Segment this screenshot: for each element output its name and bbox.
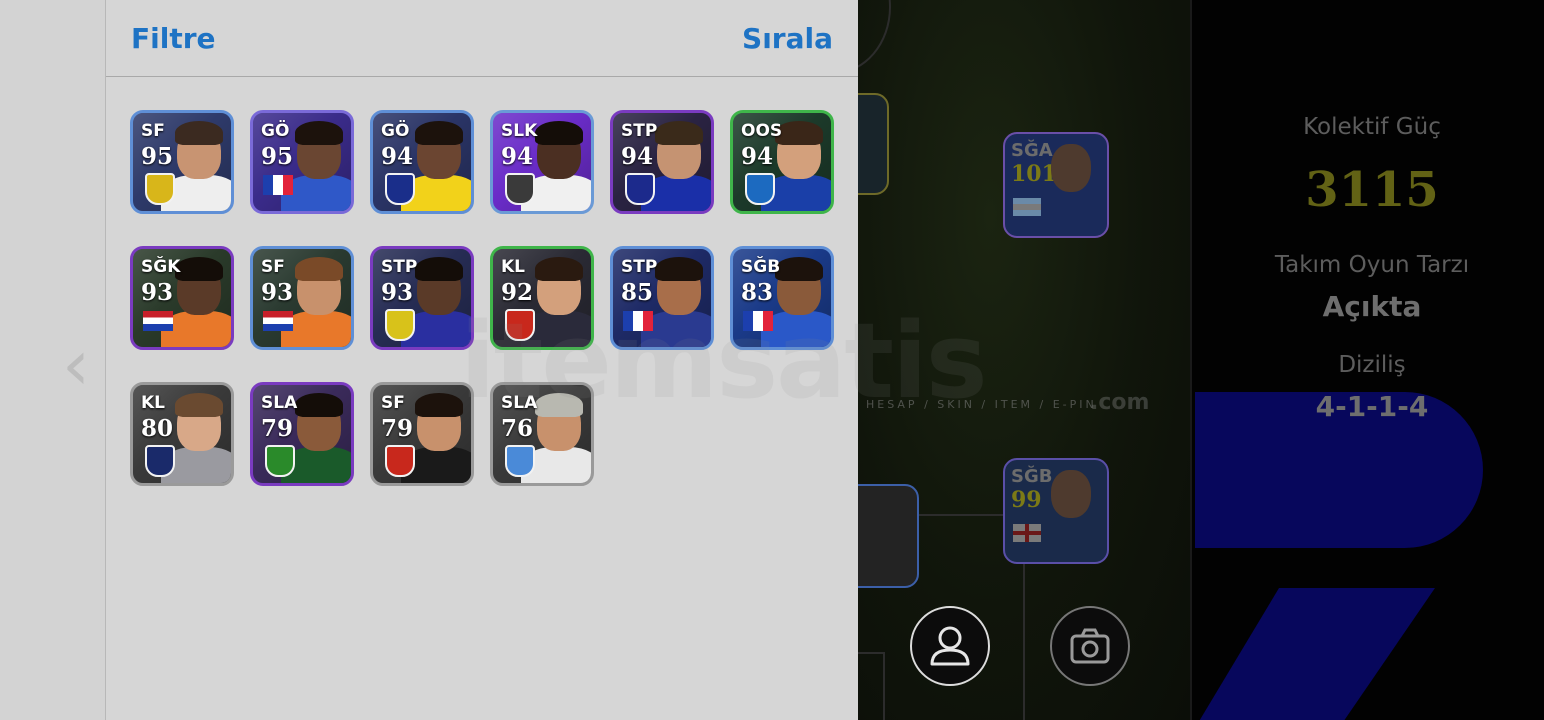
player-position: SĞK bbox=[141, 257, 181, 277]
player-hair bbox=[175, 393, 223, 417]
club-crest-icon bbox=[625, 173, 655, 205]
player-card[interactable]: SF 79 bbox=[370, 382, 474, 486]
player-position: SLK bbox=[501, 121, 538, 141]
pitch-line bbox=[857, 652, 885, 654]
player-position: SF bbox=[141, 121, 165, 141]
netherlands-flag-icon bbox=[143, 311, 173, 331]
club-crest-icon bbox=[385, 309, 415, 341]
panel-header: Filtre Sırala bbox=[106, 0, 858, 77]
club-crest-icon bbox=[145, 445, 175, 477]
collective-power-label: Kolektif Güç bbox=[1303, 114, 1441, 140]
player-rating: 93 bbox=[381, 279, 414, 306]
lineup-card-partial[interactable] bbox=[857, 484, 919, 588]
player-portrait bbox=[1051, 144, 1091, 192]
netherlands-flag-icon bbox=[263, 311, 293, 331]
france-flag-icon bbox=[263, 175, 293, 195]
player-rating: 93 bbox=[141, 279, 174, 306]
player-position: SĞB bbox=[741, 257, 781, 277]
player-hair bbox=[295, 393, 343, 417]
player-card[interactable]: SLK 94 bbox=[490, 110, 594, 214]
england-flag-icon bbox=[1013, 524, 1041, 542]
player-position: GÖ bbox=[261, 121, 290, 141]
watermark-suffix: .com bbox=[1090, 390, 1150, 415]
lineup-card[interactable]: SĞB 99 bbox=[1003, 458, 1109, 564]
watermark-tagline: HESAP / SKIN / ITEM / E-PIN bbox=[866, 398, 1097, 411]
player-rating: 95 bbox=[261, 143, 294, 170]
player-rating: 80 bbox=[141, 415, 174, 442]
sort-button[interactable]: Sırala bbox=[742, 22, 833, 55]
lineup-card-partial[interactable] bbox=[857, 93, 889, 195]
player-card[interactable]: GÖ 94 bbox=[370, 110, 474, 214]
lineup-card[interactable]: SĞA 101 bbox=[1003, 132, 1109, 238]
panel-left-margin: ‹ bbox=[0, 0, 105, 720]
argentina-flag-icon bbox=[1013, 198, 1041, 216]
player-rating: 94 bbox=[621, 143, 654, 170]
club-crest-icon bbox=[745, 173, 775, 205]
camera-icon bbox=[1070, 628, 1110, 664]
player-card[interactable]: STP 94 bbox=[610, 110, 714, 214]
user-icon bbox=[930, 626, 970, 666]
profile-button[interactable] bbox=[910, 606, 990, 686]
team-playstyle-label: Takım Oyun Tarzı bbox=[1274, 252, 1470, 278]
camera-button[interactable] bbox=[1050, 606, 1130, 686]
lineup-position: SĞA bbox=[1011, 140, 1053, 161]
player-hair bbox=[175, 121, 223, 145]
player-position: KL bbox=[141, 393, 166, 413]
player-card[interactable]: SĞK 93 bbox=[130, 246, 234, 350]
club-crest-icon bbox=[265, 445, 295, 477]
player-rating: 93 bbox=[261, 279, 294, 306]
player-card[interactable]: SF 93 bbox=[250, 246, 354, 350]
player-hair bbox=[535, 121, 583, 145]
club-crest-icon bbox=[385, 173, 415, 205]
player-position: STP bbox=[381, 257, 418, 277]
player-position: SLA bbox=[261, 393, 298, 413]
player-card[interactable]: SLA 79 bbox=[250, 382, 354, 486]
pitch-center-circle bbox=[857, 0, 891, 74]
player-position: SF bbox=[261, 257, 285, 277]
collective-power-value: 3115 bbox=[1305, 162, 1439, 218]
player-rating: 95 bbox=[141, 143, 174, 170]
player-card[interactable]: SF 95 bbox=[130, 110, 234, 214]
player-position: SF bbox=[381, 393, 405, 413]
player-card[interactable]: KL 80 bbox=[130, 382, 234, 486]
player-position: KL bbox=[501, 257, 526, 277]
player-position: STP bbox=[621, 257, 658, 277]
player-hair bbox=[535, 257, 583, 281]
lineup-rating: 99 bbox=[1011, 487, 1042, 513]
club-crest-icon bbox=[505, 445, 535, 477]
player-rating: 94 bbox=[741, 143, 774, 170]
player-hair bbox=[415, 257, 463, 281]
pitch-line bbox=[883, 652, 885, 720]
player-rating: 79 bbox=[261, 415, 294, 442]
player-card[interactable]: GÖ 95 bbox=[250, 110, 354, 214]
player-hair bbox=[175, 257, 223, 281]
chevron-left-icon[interactable]: ‹ bbox=[62, 330, 90, 400]
player-card[interactable]: STP 93 bbox=[370, 246, 474, 350]
player-hair bbox=[415, 393, 463, 417]
player-hair bbox=[295, 121, 343, 145]
player-hair bbox=[775, 121, 823, 145]
player-position: STP bbox=[621, 121, 658, 141]
player-rating: 94 bbox=[381, 143, 414, 170]
player-position: GÖ bbox=[381, 121, 410, 141]
player-card[interactable]: OOS 94 bbox=[730, 110, 834, 214]
player-hair bbox=[655, 121, 703, 145]
club-crest-icon bbox=[385, 445, 415, 477]
team-playstyle-value: Açıkta bbox=[1322, 290, 1422, 323]
formation-label: Diziliş bbox=[1338, 352, 1406, 378]
club-crest-icon bbox=[505, 173, 535, 205]
filter-button[interactable]: Filtre bbox=[131, 22, 216, 55]
lineup-position: SĞB bbox=[1011, 466, 1053, 487]
player-hair bbox=[415, 121, 463, 145]
player-hair bbox=[775, 257, 823, 281]
formation-value: 4-1-1-4 bbox=[1315, 390, 1429, 423]
player-portrait bbox=[1051, 470, 1091, 518]
club-crest-icon bbox=[145, 173, 175, 205]
player-hair bbox=[295, 257, 343, 281]
player-rating: 79 bbox=[381, 415, 414, 442]
player-hair bbox=[655, 257, 703, 281]
player-rating: 94 bbox=[501, 143, 534, 170]
player-position: OOS bbox=[741, 121, 783, 141]
